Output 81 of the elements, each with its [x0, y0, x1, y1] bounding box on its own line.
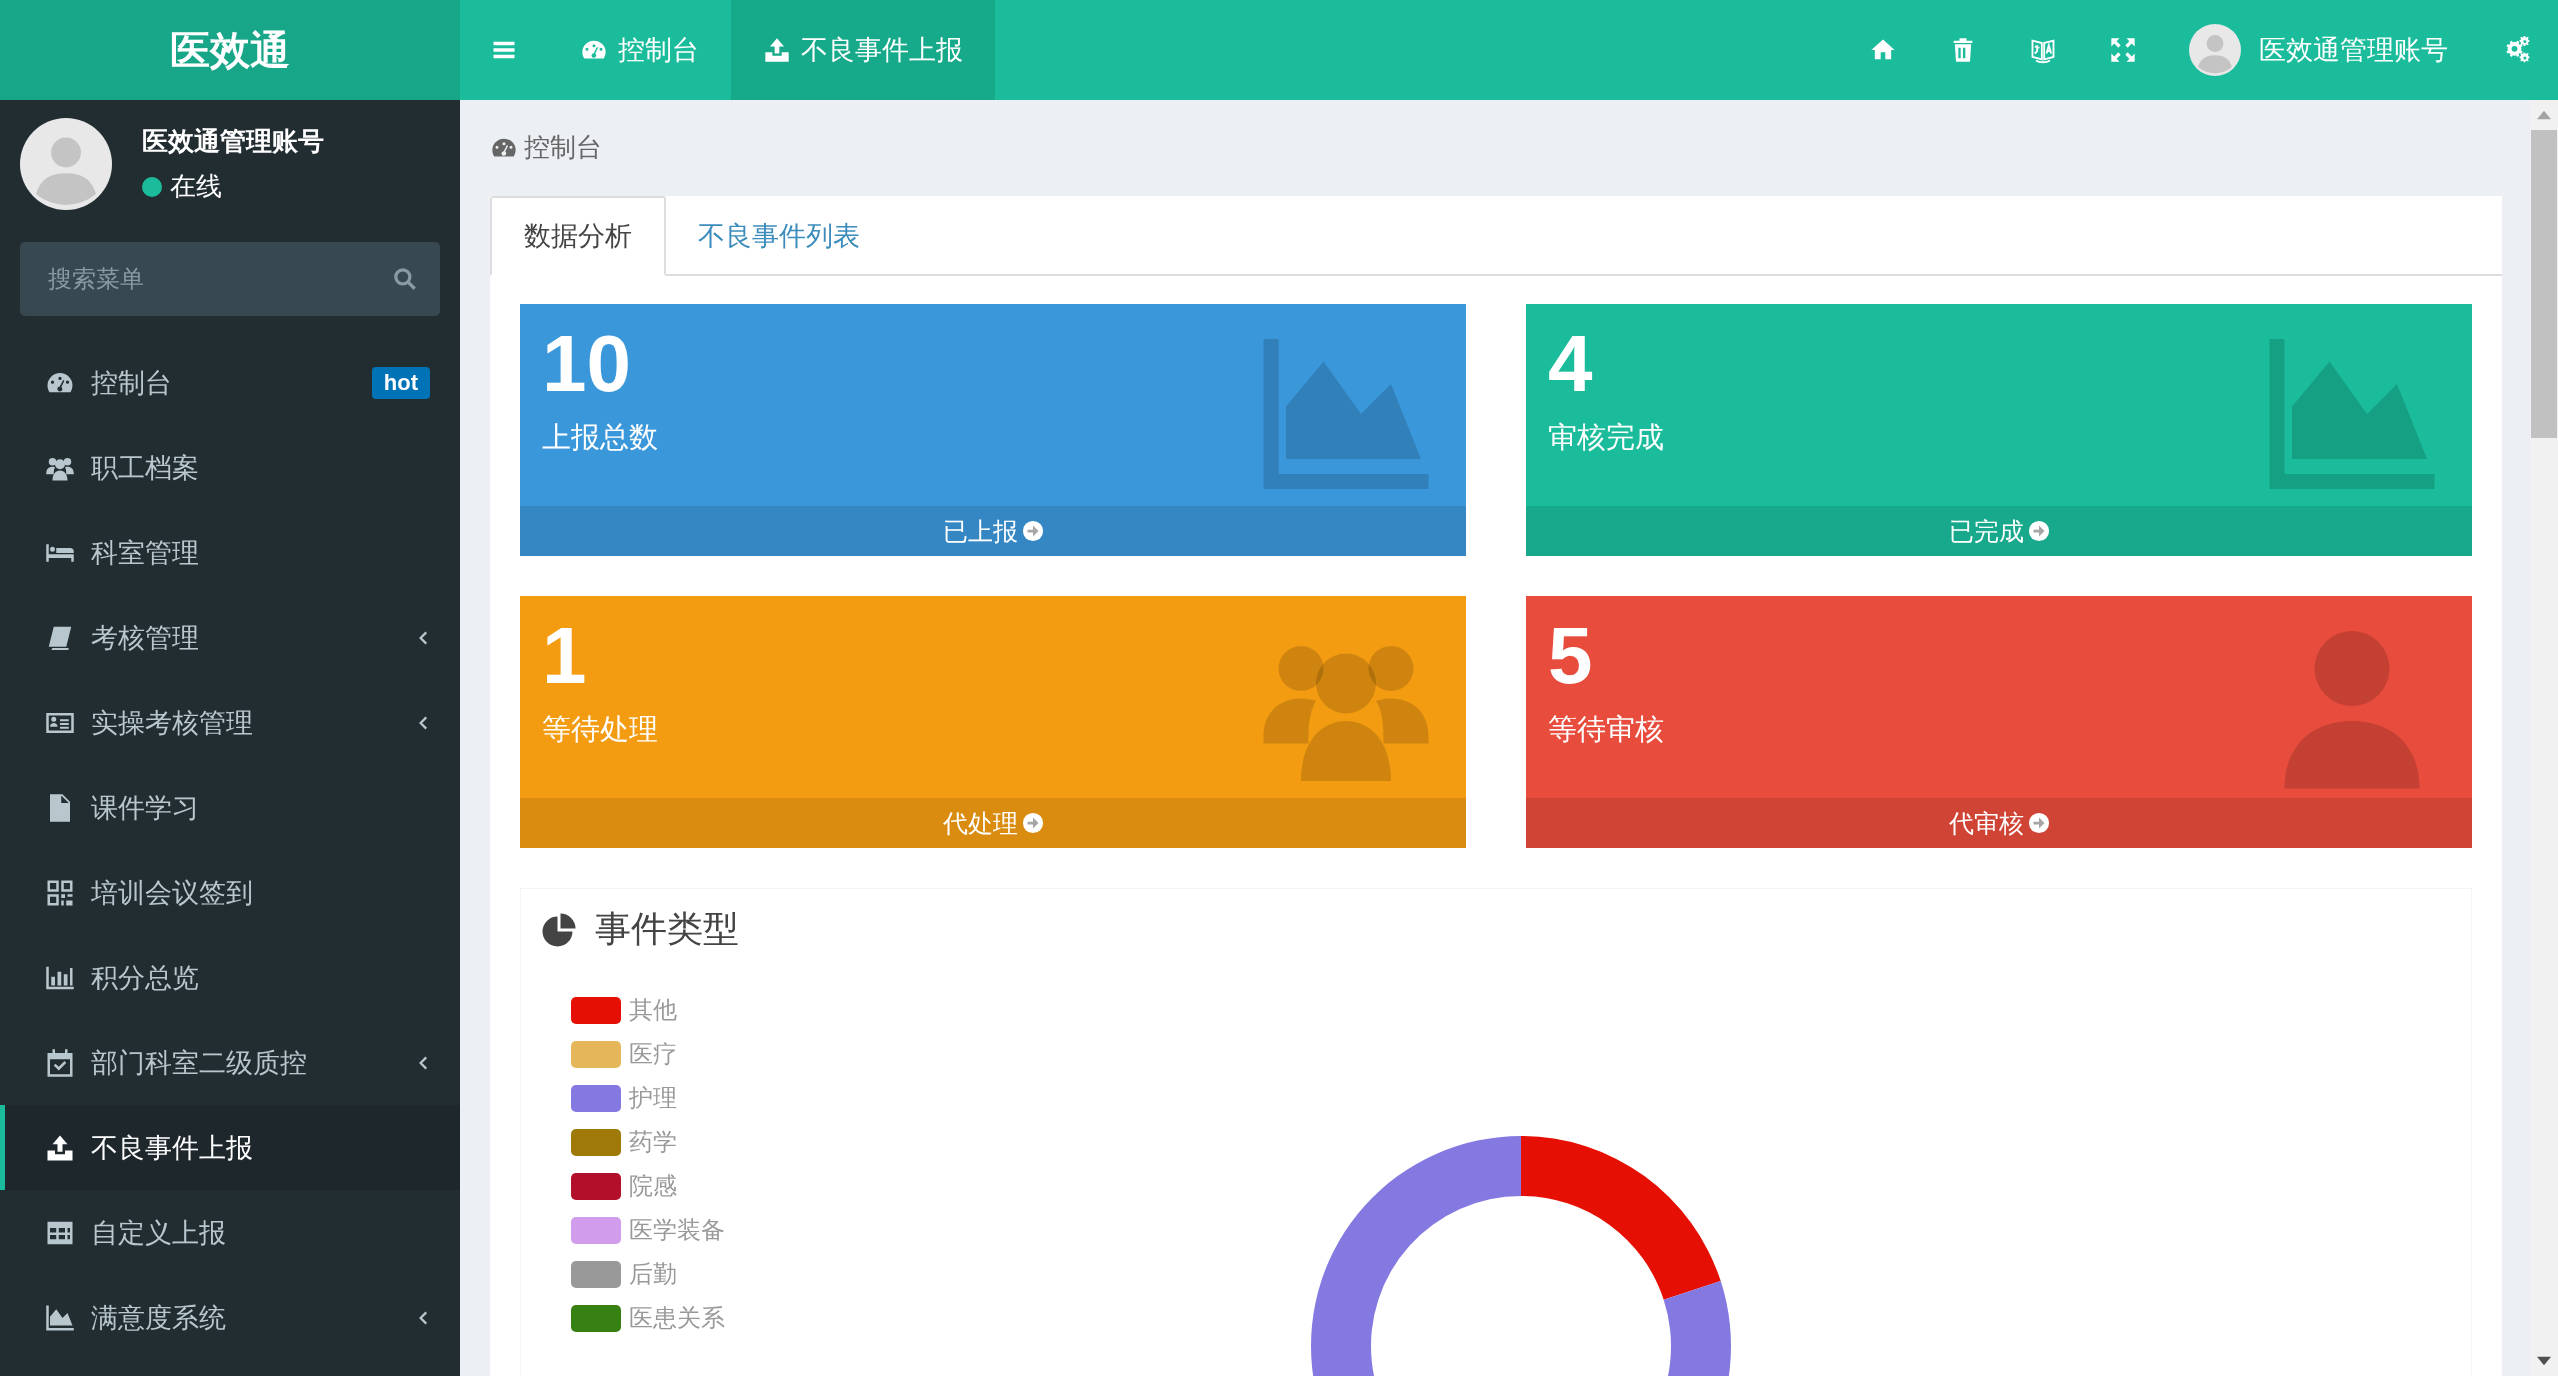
top-nav-tab[interactable]: 不良事件上报 — [731, 0, 995, 100]
sidebar-item-label: 部门科室二级质控 — [91, 1046, 308, 1080]
brand-logo[interactable]: 医效通 — [0, 0, 460, 100]
sidebar-item[interactable]: 职工档案 — [0, 425, 460, 510]
legend-label[interactable]: 医患关系 — [629, 1302, 725, 1334]
legend-label[interactable]: 护理 — [629, 1082, 677, 1114]
sidebar-item-label: 实操考核管理 — [91, 706, 254, 740]
legend-label[interactable]: 后勤 — [629, 1258, 677, 1290]
arrow-circle-right-icon — [1021, 812, 1044, 834]
tab[interactable]: 不良事件列表 — [666, 196, 892, 276]
legend-swatch[interactable] — [571, 1040, 621, 1068]
legend-swatch[interactable] — [571, 1304, 621, 1332]
sidebar-item-label: 培训会议签到 — [91, 876, 254, 910]
legend-label[interactable]: 其他 — [629, 994, 677, 1026]
scroll-up-icon[interactable] — [2537, 110, 2551, 120]
sidebar-item-label: 不良事件上报 — [91, 1131, 254, 1165]
upload-icon — [763, 36, 791, 64]
sidebar-item[interactable]: 实操考核管理 — [0, 680, 460, 765]
sidebar-item-label: 职工档案 — [91, 451, 200, 485]
legend-swatch[interactable] — [571, 1172, 621, 1200]
scroll-down-icon[interactable] — [2537, 1356, 2551, 1366]
legend-swatch[interactable] — [571, 1128, 621, 1156]
sidebar-item[interactable]: 部门科室二级质控 — [0, 1020, 460, 1105]
sidebar-item[interactable]: 不良事件上报 — [0, 1105, 460, 1190]
donut-slice[interactable] — [1521, 1136, 1721, 1300]
chart-title: 事件类型 — [595, 907, 739, 951]
sidebar-item-label: 科室管理 — [91, 536, 200, 570]
stat-value: 1 — [542, 616, 588, 696]
card-footer-link[interactable]: 已完成 — [1526, 506, 2472, 556]
sidebar-item[interactable]: 培训会议签到 — [0, 850, 460, 935]
sidebar-item-label: 控制台 — [91, 366, 173, 400]
stat-label: 审核完成 — [1548, 420, 1664, 455]
legend-label[interactable]: 院感 — [629, 1170, 677, 1202]
user-name: 医效通管理账号 — [142, 125, 324, 158]
top-nav-tab[interactable]: 控制台 — [548, 0, 731, 100]
stat-value: 10 — [542, 324, 632, 404]
sidebar-item-label: 课件学习 — [91, 791, 200, 825]
stat-label: 等待审核 — [1548, 712, 1664, 747]
stat-label: 等待处理 — [542, 712, 658, 747]
tab[interactable]: 数据分析 — [490, 196, 666, 276]
search-field[interactable]: 搜索菜单 — [20, 242, 440, 316]
sidebar-item[interactable]: 科室管理 — [0, 510, 460, 595]
card-footer-link[interactable]: 代审核 — [1526, 798, 2472, 848]
sidebar-item[interactable]: 考核管理 — [0, 595, 460, 680]
calendar-check-icon — [45, 1047, 75, 1078]
pie-chart-icon — [541, 911, 577, 948]
donut-slice[interactable] — [1311, 1136, 1731, 1376]
stat-value: 4 — [1548, 324, 1594, 404]
card-footer-link[interactable]: 代处理 — [520, 798, 1466, 848]
user-status: 在线 — [170, 170, 222, 203]
legend-swatch[interactable] — [571, 1216, 621, 1244]
sidebar-item-label: 自定义上报 — [91, 1216, 227, 1250]
arrow-circle-right-icon — [2027, 812, 2050, 834]
sidebar-item[interactable]: 控制台 hot — [0, 340, 460, 425]
stat-label: 上报总数 — [542, 420, 658, 455]
sidebar-item[interactable]: 积分总览 — [0, 935, 460, 1020]
legend-label[interactable]: 药学 — [629, 1126, 677, 1158]
search-icon[interactable] — [392, 266, 418, 292]
sidebar-item[interactable]: 课件学习 — [0, 765, 460, 850]
sidebar-item-label: 积分总览 — [91, 961, 200, 995]
avatar-icon — [2189, 24, 2241, 76]
scrollbar[interactable] — [2530, 100, 2558, 1376]
legend-swatch[interactable] — [571, 1260, 621, 1288]
card-footer-link[interactable]: 已上报 — [520, 506, 1466, 556]
hot-badge: hot — [371, 366, 430, 399]
legend-label[interactable]: 医疗 — [629, 1038, 677, 1070]
arrow-circle-right-icon — [1021, 520, 1044, 542]
status-dot-icon — [142, 176, 162, 197]
sidebar-item[interactable]: 自定义上报 — [0, 1190, 460, 1275]
arrow-circle-right-icon — [2027, 520, 2050, 542]
sidebar-item[interactable]: 满意度系统 — [0, 1275, 460, 1360]
user-menu-button[interactable]: 医效通管理账号 — [2163, 0, 2478, 100]
legend-label[interactable]: 医学装备 — [629, 1214, 725, 1246]
avatar-icon — [20, 118, 112, 210]
scrollbar-thumb[interactable] — [2531, 130, 2557, 438]
legend-swatch[interactable] — [571, 1084, 621, 1112]
sidebar-item-label: 考核管理 — [91, 621, 200, 655]
legend-swatch[interactable] — [571, 996, 621, 1024]
sidebar-item-label: 满意度系统 — [91, 1301, 227, 1335]
stat-value: 5 — [1548, 616, 1594, 696]
breadcrumb[interactable]: 控制台 — [524, 130, 602, 165]
